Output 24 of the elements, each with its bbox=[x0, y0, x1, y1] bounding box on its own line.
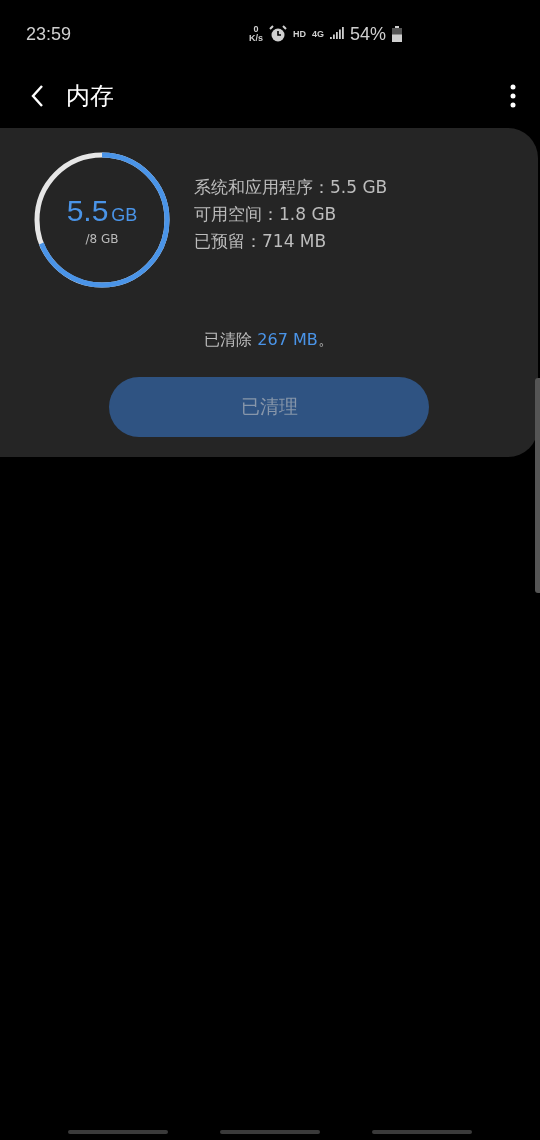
more-options-button[interactable] bbox=[510, 84, 516, 108]
cleared-period: 。 bbox=[317, 330, 334, 351]
hd-indicator: HD bbox=[293, 29, 307, 39]
battery-percent: 54% bbox=[350, 23, 387, 45]
nav-bar[interactable] bbox=[372, 1130, 472, 1134]
net-speed-unit: K/s bbox=[249, 34, 264, 43]
nav-bar[interactable] bbox=[220, 1130, 320, 1134]
alarm-icon bbox=[269, 25, 288, 43]
memory-detail: 系统和应用程序：5.5 GB bbox=[194, 175, 388, 199]
used-value: 5.5 bbox=[66, 194, 109, 228]
total-memory: /8 GB bbox=[85, 232, 119, 246]
cleared-amount: 267 MB bbox=[257, 330, 318, 349]
used-unit: GB bbox=[111, 205, 138, 226]
memory-detail: 可用空间：1.8 GB bbox=[194, 202, 338, 226]
cleared-label: 已清除 bbox=[204, 330, 254, 351]
net-speed-value: 0 bbox=[253, 25, 259, 34]
back-button[interactable] bbox=[30, 84, 44, 108]
page-title: 内存 bbox=[66, 81, 115, 112]
network-type: 4G bbox=[312, 29, 325, 39]
signal-icon bbox=[330, 27, 345, 41]
battery-icon bbox=[392, 26, 403, 42]
nav-bar[interactable] bbox=[68, 1130, 168, 1134]
status-time: 23:59 bbox=[26, 23, 72, 45]
memory-detail: 已预留：714 MB bbox=[194, 229, 328, 253]
